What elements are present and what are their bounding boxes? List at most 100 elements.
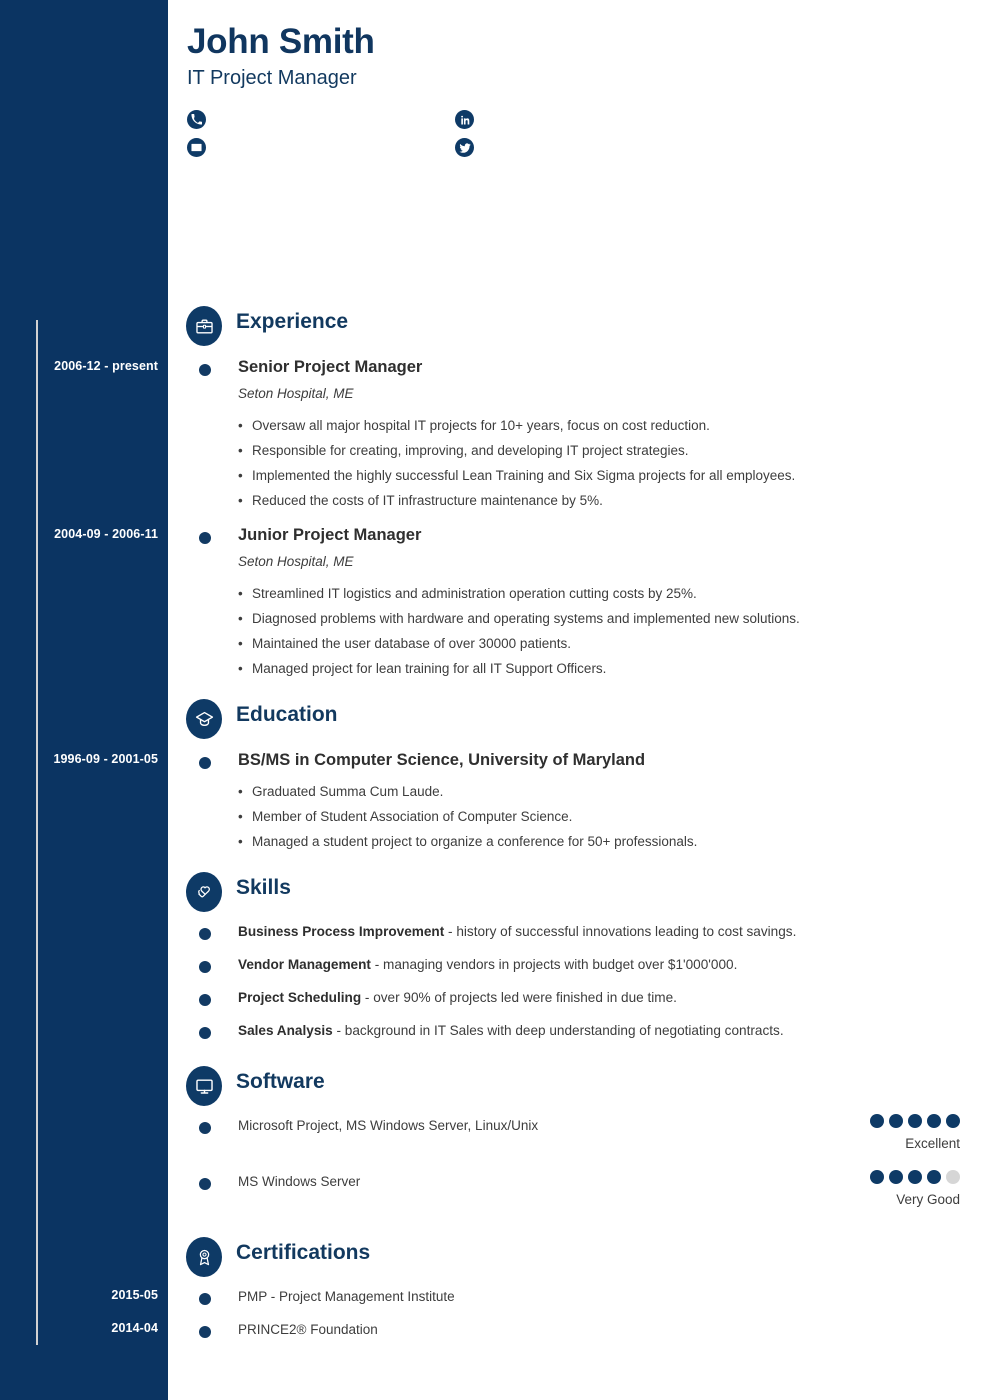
section-title-certifications: Certifications bbox=[236, 1241, 371, 1264]
software-rating: Excellent bbox=[870, 1114, 960, 1151]
rating-dot bbox=[946, 1170, 960, 1184]
bullet-text: Managed project for lean training for al… bbox=[252, 661, 607, 676]
bullet-text: Diagnosed problems with hardware and ope… bbox=[252, 611, 800, 626]
bullet-item: • Implemented the highly successful Lean … bbox=[238, 463, 978, 488]
resume-header: John Smith IT Project Manager bbox=[187, 22, 947, 158]
bullet-marker: • bbox=[238, 809, 243, 824]
briefcase-icon bbox=[186, 306, 222, 346]
timeline-dot bbox=[199, 1293, 211, 1305]
contact-phone[interactable] bbox=[187, 110, 455, 130]
bullet-text: Graduated Summa Cum Laude. bbox=[252, 784, 444, 799]
entry-title: BS/MS in Computer Science, University of… bbox=[238, 751, 646, 769]
bullet-text: Oversaw all major hospital IT projects f… bbox=[252, 418, 710, 433]
resume-page: 2006-12 - present 2004-09 - 2006-11 1996-0… bbox=[0, 0, 990, 1400]
award-ribbon-icon bbox=[186, 1237, 222, 1277]
timeline-vertical-line bbox=[36, 320, 38, 1345]
bullet-item: • Reduced the costs of IT infrastructure … bbox=[238, 488, 978, 513]
bullet-text: Implemented the highly successful Lean T… bbox=[252, 468, 796, 483]
section-title-experience: Experience bbox=[236, 310, 349, 333]
rating-dot bbox=[908, 1114, 922, 1128]
rating-dot bbox=[908, 1170, 922, 1184]
section-experience: Experience bbox=[168, 306, 990, 346]
page-title: John Smith bbox=[187, 22, 375, 61]
skill-desc: - history of successful innovations lead… bbox=[444, 924, 797, 939]
entry-subtitle: Seton Hospital, ME bbox=[238, 554, 354, 569]
timeline-dot bbox=[199, 757, 211, 769]
linkedin-icon bbox=[455, 110, 474, 130]
skill-name: Sales Analysis bbox=[238, 1023, 333, 1038]
bullet-item: • Maintained the user database of over 30… bbox=[238, 631, 978, 656]
skill-name: Vendor Management bbox=[238, 957, 371, 972]
envelope-icon bbox=[187, 138, 206, 158]
job-title: IT Project Manager bbox=[187, 67, 357, 90]
rating-dots bbox=[870, 1114, 960, 1128]
skill-text: Sales Analysis - background in IT Sales … bbox=[238, 1023, 784, 1038]
skill-text: Vendor Management - managing vendors in … bbox=[238, 957, 737, 972]
section-certifications: Certifications bbox=[168, 1237, 990, 1277]
sidebar-date: 1996-09 - 2001-05 bbox=[53, 752, 158, 766]
skill-desc: - over 90% of projects led were finished… bbox=[361, 990, 677, 1005]
contact-list bbox=[187, 110, 947, 158]
contact-twitter[interactable] bbox=[455, 138, 947, 158]
skill-desc: - managing vendors in projects with budg… bbox=[370, 957, 738, 972]
timeline-dot bbox=[199, 1122, 211, 1134]
skill-name: Business Process Improvement bbox=[238, 924, 445, 939]
skill-text: Business Process Improvement - history o… bbox=[238, 924, 796, 939]
bullet-item: • Diagnosed problems with hardware and op… bbox=[238, 606, 978, 631]
contact-envelope[interactable] bbox=[187, 138, 455, 158]
sidebar-date: 2014-04 bbox=[111, 1321, 158, 1335]
twitter-icon bbox=[455, 138, 474, 158]
software-name: MS Windows Server bbox=[238, 1174, 361, 1189]
timeline-dot bbox=[199, 1027, 211, 1039]
contact-linkedin[interactable] bbox=[455, 110, 947, 130]
bullet-item: • Graduated Summa Cum Laude. bbox=[238, 779, 978, 804]
entry-bullets: • Oversaw all major hospital IT projects … bbox=[238, 413, 978, 513]
sidebar-date-column: 2006-12 - present 2004-09 - 2006-11 1996-0… bbox=[0, 0, 168, 1400]
timeline-dot bbox=[199, 994, 211, 1006]
bullet-item: • Streamlined IT logistics and administra… bbox=[238, 581, 978, 606]
bullet-text: Maintained the user database of over 300… bbox=[252, 636, 571, 651]
resume-main-column: John Smith IT Project Manager Experience… bbox=[168, 0, 990, 1400]
bullet-item: • Member of Student Association of Comput… bbox=[238, 804, 978, 829]
skill-desc: - background in IT Sales with deep under… bbox=[332, 1023, 784, 1038]
certification-name: PRINCE2® Foundation bbox=[238, 1322, 378, 1337]
entry-bullets: • Graduated Summa Cum Laude. • Member of St… bbox=[238, 779, 978, 854]
bullet-marker: • bbox=[238, 418, 243, 433]
timeline-dot bbox=[199, 961, 211, 973]
entry-title: Junior Project Manager bbox=[238, 526, 422, 544]
section-title-education: Education bbox=[236, 703, 338, 726]
bullet-marker: • bbox=[238, 468, 243, 483]
timeline-dot bbox=[199, 928, 211, 940]
bullet-item: • Responsible for creating, improving, an… bbox=[238, 438, 978, 463]
bullet-marker: • bbox=[238, 834, 243, 849]
section-title-software: Software bbox=[236, 1070, 325, 1093]
certification-name: PMP - Project Management Institute bbox=[238, 1289, 455, 1304]
bullet-item: • Managed a student project to organize a… bbox=[238, 829, 978, 854]
bullet-marker: • bbox=[238, 636, 243, 651]
bullet-text: Reduced the costs of IT infrastructure m… bbox=[252, 493, 603, 508]
bullet-marker: • bbox=[238, 586, 243, 601]
section-software: Software bbox=[168, 1066, 990, 1106]
bullet-text: Responsible for creating, improving, and… bbox=[252, 443, 689, 458]
timeline-dot bbox=[199, 1178, 211, 1190]
rating-dot bbox=[889, 1114, 903, 1128]
rating-dot bbox=[870, 1114, 884, 1128]
bullet-marker: • bbox=[238, 443, 243, 458]
entry-title: Senior Project Manager bbox=[238, 358, 423, 376]
bullet-marker: • bbox=[238, 784, 243, 799]
graduation-cap-icon bbox=[186, 699, 222, 739]
section-title-skills: Skills bbox=[236, 876, 291, 899]
rating-label: Excellent bbox=[905, 1136, 960, 1151]
bullet-marker: • bbox=[238, 611, 243, 626]
rating-dot bbox=[870, 1170, 884, 1184]
bullet-marker: • bbox=[238, 661, 243, 676]
sidebar-date: 2006-12 - present bbox=[54, 359, 158, 373]
entry-bullets: • Streamlined IT logistics and administra… bbox=[238, 581, 978, 681]
rating-dot bbox=[946, 1114, 960, 1128]
timeline-dot bbox=[199, 532, 211, 544]
timeline-dot bbox=[199, 364, 211, 376]
rating-dots bbox=[870, 1170, 960, 1184]
rating-dot bbox=[927, 1170, 941, 1184]
rating-dot bbox=[927, 1114, 941, 1128]
software-rating: Very Good bbox=[870, 1170, 960, 1207]
